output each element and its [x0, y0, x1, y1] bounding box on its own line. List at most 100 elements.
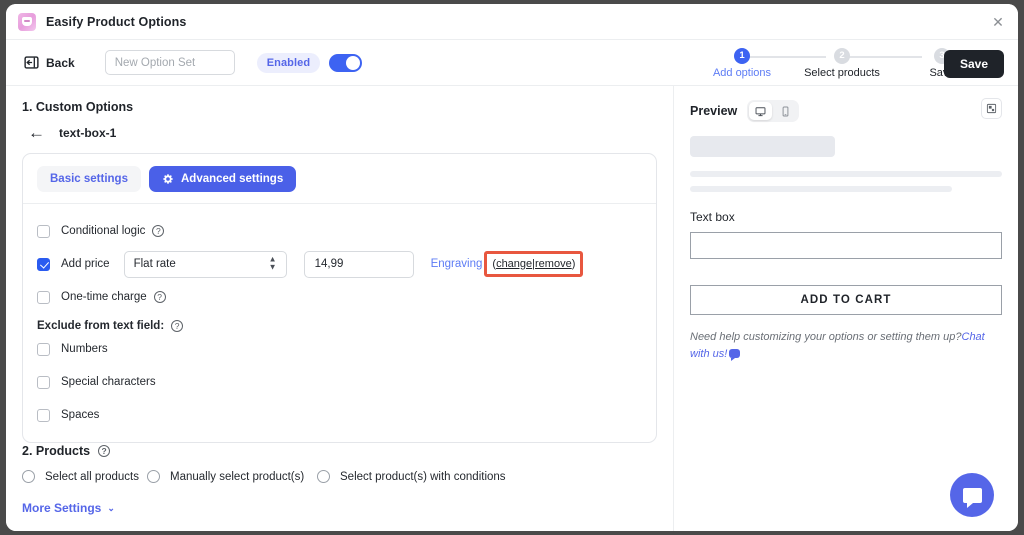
one-time-charge-help-icon[interactable]: ?	[153, 291, 166, 303]
preview-skeleton-line-2	[690, 186, 953, 192]
gear-icon	[163, 174, 173, 184]
price-type-select[interactable]: Flat rate ▲ ▼	[123, 250, 287, 278]
row-add-price: Add price Flat rate ▲▼ Engraving (change…	[37, 249, 642, 279]
expand-icon	[986, 103, 997, 114]
toolbar: Back Enabled 1 Add options 2 Select prod…	[6, 40, 1018, 86]
products-help-icon[interactable]: ?	[98, 445, 111, 457]
back-button-label: Back	[46, 55, 75, 70]
chevron-updown-icon: ▲ ▼	[268, 254, 277, 272]
app-title: Easify Product Options	[46, 14, 187, 29]
conditional-logic-help-icon[interactable]: ?	[152, 225, 165, 237]
option-set-name-input[interactable]	[104, 50, 235, 75]
step-2-number: 2	[834, 48, 850, 64]
exclude-spaces-checkbox[interactable]	[37, 408, 50, 422]
preview-skeleton-title	[690, 136, 835, 157]
wizard-stepper: 1 Add options 2 Select products 3 Save	[696, 46, 955, 84]
conditional-logic-checkbox[interactable]	[37, 224, 50, 238]
exclude-help-icon[interactable]: ?	[171, 320, 184, 332]
body: 1. Custom Options ← text-box-1 Basic set…	[6, 86, 1018, 531]
engraving-link[interactable]: Engraving	[431, 258, 483, 270]
step-add-options[interactable]: 1 Add options	[692, 46, 792, 79]
settings-card: Basic settings Advanced settings Conditi…	[22, 153, 657, 443]
exclude-heading-label: Exclude from text field:	[37, 320, 165, 332]
change-remove-group[interactable]: (change|remove)	[492, 258, 575, 270]
radio-select-products-with-conditions[interactable]: Select product(s) with conditions	[317, 470, 506, 483]
preview-title: Preview	[690, 104, 738, 118]
step-2-label: Select products	[804, 67, 880, 79]
more-settings-button[interactable]: More Settings ⌄	[22, 501, 115, 515]
row-conditional-logic: Conditional logic ?	[37, 216, 642, 246]
product-scope-radios: Select all products Manually select prod…	[22, 470, 662, 483]
chevron-down-icon: ⌄	[107, 502, 115, 513]
chat-bubble-fab-icon	[962, 487, 982, 508]
need-help-text: Need help customizing your options or se…	[690, 329, 1002, 363]
radio-manually-select-products-circle	[147, 470, 160, 483]
tab-advanced-settings[interactable]: Advanced settings	[148, 166, 297, 192]
radio-select-all-products[interactable]: Select all products	[22, 470, 147, 483]
change-remove-highlight: (change|remove)	[484, 251, 584, 277]
preview-skeleton-line-1	[690, 171, 1002, 177]
tab-advanced-settings-label: Advanced settings	[180, 173, 284, 185]
exclude-numbers-label: Numbers	[61, 343, 108, 355]
radio-manually-select-products[interactable]: Manually select product(s)	[147, 470, 317, 483]
exclude-special-characters-checkbox[interactable]	[37, 375, 50, 389]
add-price-checkbox[interactable]	[37, 257, 50, 271]
exclude-spaces-label: Spaces	[61, 409, 100, 421]
row-one-time-charge: One-time charge ?	[37, 282, 642, 312]
back-arrow-icon-breadcrumb[interactable]: ←	[28, 124, 45, 141]
settings-rows: Conditional logic ? Add price Flat rate …	[37, 204, 642, 430]
chat-widget-button[interactable]	[950, 473, 994, 517]
tab-basic-settings-label: Basic settings	[50, 173, 128, 185]
remove-link[interactable]: remove	[535, 258, 572, 270]
preview-header: Preview	[690, 100, 1002, 122]
step-1-label: Add options	[712, 67, 772, 79]
settings-tabs: Basic settings Advanced settings	[37, 166, 642, 203]
products-section: 2. Products ? Select all products Manual…	[22, 444, 662, 517]
preview-textbox-label: Text box	[690, 210, 735, 224]
row-exclude-spaces: Spaces	[37, 400, 642, 430]
one-time-charge-label: One-time charge	[61, 291, 147, 303]
title-bar: Easify Product Options ✕	[6, 4, 1018, 40]
radio-select-products-with-conditions-circle	[317, 470, 330, 483]
step-select-products[interactable]: 2 Select products	[792, 46, 892, 79]
device-toggle	[747, 100, 800, 122]
breadcrumb-option-name: text-box-1	[59, 125, 117, 140]
chat-bubble-icon	[729, 349, 741, 362]
need-help-message: Need help customizing your options or se…	[690, 331, 962, 343]
save-button[interactable]: Save	[943, 50, 1004, 78]
back-arrow-icon	[24, 56, 39, 69]
enabled-badge: Enabled	[256, 52, 321, 73]
preview-textbox-input[interactable]	[690, 232, 1002, 259]
desktop-view-button[interactable]	[749, 102, 773, 120]
one-time-charge-checkbox[interactable]	[37, 290, 50, 304]
enabled-toggle-group: Enabled	[256, 52, 363, 73]
step-1-number: 1	[734, 48, 750, 64]
tab-basic-settings[interactable]: Basic settings	[37, 166, 141, 192]
radio-select-all-products-circle	[22, 470, 35, 483]
conditional-logic-label: Conditional logic	[61, 225, 146, 237]
products-heading-label: 2. Products	[22, 444, 91, 458]
add-price-label: Add price	[61, 258, 110, 270]
exclude-heading: Exclude from text field: ?	[37, 320, 642, 332]
preview-panel: Preview Text box ADD TO CART Need help c…	[673, 86, 1018, 531]
close-icon[interactable]: ✕	[988, 12, 1008, 32]
add-to-cart-button[interactable]: ADD TO CART	[690, 285, 1002, 315]
paren-close: )	[571, 258, 576, 270]
row-exclude-numbers: Numbers	[37, 334, 642, 364]
change-link[interactable]: change	[496, 258, 532, 270]
row-exclude-special-characters: Special characters	[37, 367, 642, 397]
expand-preview-button[interactable]	[981, 98, 1002, 119]
mobile-view-button[interactable]	[774, 102, 797, 120]
exclude-numbers-checkbox[interactable]	[37, 342, 50, 356]
products-heading: 2. Products ?	[22, 444, 662, 458]
enabled-toggle[interactable]	[329, 53, 363, 72]
custom-options-heading: 1. Custom Options	[22, 100, 657, 114]
exclude-special-characters-label: Special characters	[61, 376, 156, 388]
radio-select-all-products-label: Select all products	[45, 470, 139, 483]
price-amount-input[interactable]	[303, 250, 414, 278]
radio-select-products-with-conditions-label: Select product(s) with conditions	[340, 470, 506, 483]
monitor-icon	[755, 106, 766, 116]
custom-options-heading-label: 1. Custom Options	[22, 100, 134, 114]
back-button[interactable]: Back	[20, 52, 79, 73]
mobile-icon	[782, 106, 789, 116]
